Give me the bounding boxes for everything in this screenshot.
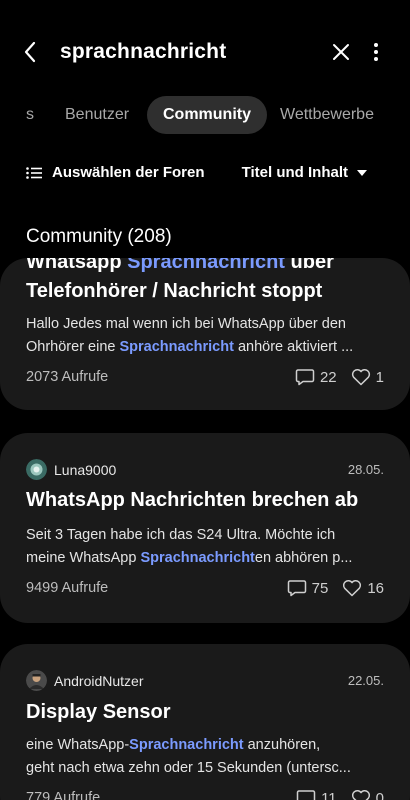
post-card[interactable]: Whatsapp Sprachnachricht über Telefonhör… [0,258,410,410]
comment-icon [295,369,315,386]
post-title-line1: Whatsapp Sprachnachricht über [26,258,390,276]
search-highlight: Sprachnachricht [119,339,234,355]
back-button[interactable] [14,36,46,68]
post-title: Display Sensor [26,701,171,723]
post-title-text: Whatsapp Sprachnachricht über [26,258,334,273]
comment-icon [296,790,316,800]
comment-count-value: 75 [311,579,329,597]
tab-wettbewerbe[interactable]: Wettbewerbe [280,96,374,134]
excerpt-line: geht nach etwa zehn oder 15 Sekunden (un… [26,760,351,776]
clear-search-button[interactable] [325,36,357,68]
excerpt-line: Hallo Jedes mal wenn ich bei WhatsApp üb… [26,316,346,332]
post-date: 28.05. [347,462,384,477]
post-card[interactable]: AndroidNutzer 22.05. Display Sensor eine… [0,644,410,800]
scope-dropdown[interactable]: Titel und Inhalt [242,164,368,181]
forum-select-button[interactable]: Auswählen der Foren [26,164,205,181]
back-arrow-icon [24,41,36,63]
like-count[interactable]: 16 [342,579,384,597]
post-excerpt: Hallo Jedes mal wenn ich bei WhatsApp üb… [26,313,384,359]
comment-icon [287,580,306,597]
more-options-button[interactable] [362,36,390,68]
comment-count: 22 [295,368,337,386]
heart-icon [351,369,370,386]
excerpt-line: Seit 3 Tagen habe ich das S24 Ultra. Möc… [26,527,336,543]
comment-count: 75 [287,579,329,597]
avatar [26,670,47,691]
like-count[interactable]: 0 [351,789,384,800]
comment-count: 11 [296,789,337,800]
post-excerpt: Seit 3 Tagen habe ich das S24 Ultra. Möc… [26,524,384,570]
author-name[interactable]: AndroidNutzer [54,673,348,689]
post-card[interactable]: Luna9000 28.05. WhatsApp Nachrichten bre… [0,433,410,623]
section-title: Community (208) [26,226,172,247]
view-count: 779 Aufrufe [26,790,101,800]
more-vert-icon [374,43,378,61]
avatar [26,459,47,480]
like-count-value: 16 [367,579,384,597]
heart-icon [343,580,362,597]
post-title-line2: Telefonhörer / Nachricht stoppt [26,280,323,302]
view-count: 2073 Aufrufe [26,369,109,385]
search-input[interactable]: sprachnachricht [60,40,226,64]
search-highlight: Sprachnachricht [127,258,285,273]
like-count-value: 0 [375,789,384,800]
tab-posts[interactable]: s [26,96,34,134]
heart-icon [351,790,370,800]
search-highlight: Sprachnachricht [140,550,255,566]
author-name[interactable]: Luna9000 [54,462,348,478]
post-excerpt: eine WhatsApp-Sprachnachricht anzuhören,… [26,734,384,780]
post-footer: 2073 Aufrufe 22 1 [26,368,384,386]
forum-select-label: Auswählen der Foren [52,164,205,181]
like-count-value: 1 [375,368,384,386]
scope-label: Titel und Inhalt [241,164,348,181]
comment-count-value: 22 [319,368,337,386]
post-header: AndroidNutzer 22.05. [26,670,384,691]
filter-bar: Auswählen der Foren Titel und Inhalt [0,160,410,192]
post-date: 22.05. [347,673,384,688]
post-title: WhatsApp Nachrichten brechen ab [26,489,359,511]
caret-down-icon [357,169,367,176]
close-icon [333,44,349,60]
excerpt-line: eine WhatsApp-Sprachnachricht anzuhören, [26,737,321,753]
post-footer: 779 Aufrufe 11 0 [26,789,384,800]
list-icon [26,166,42,179]
excerpt-line: meine WhatsApp Sprachnachrichten abhören… [26,550,353,566]
tab-benutzer[interactable]: Benutzer [65,96,129,134]
post-header: Luna9000 28.05. [26,459,384,480]
view-count: 9499 Aufrufe [26,580,109,596]
search-tabs: s Benutzer Community Wettbewerbe [0,96,410,134]
post-footer: 9499 Aufrufe 75 16 [26,579,384,597]
excerpt-line: Ohrhörer eine Sprachnachricht anhöre akt… [26,339,354,355]
search-header: sprachnachricht [0,24,410,80]
search-highlight: Sprachnachricht [129,737,244,753]
comment-count-value: 11 [321,789,337,800]
like-count[interactable]: 1 [351,368,384,386]
tab-community[interactable]: Community [147,96,267,134]
